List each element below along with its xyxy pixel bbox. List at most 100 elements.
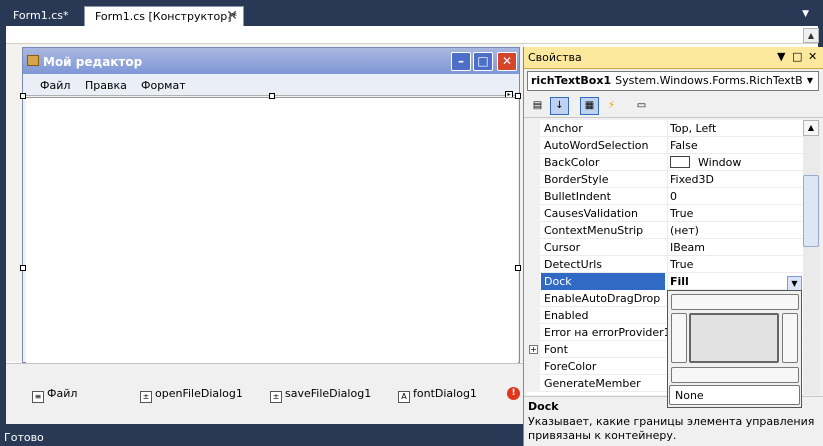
dropdown-icon[interactable]: ▼ <box>777 50 785 63</box>
property-row-backcolor[interactable]: BackColor Window <box>527 154 803 171</box>
property-row-autowordselection[interactable]: AutoWordSelection False <box>527 137 803 154</box>
dock-top-button[interactable] <box>671 294 799 310</box>
property-value[interactable]: True <box>670 207 803 222</box>
property-name: Error на errorProvider1 <box>544 326 668 339</box>
dock-fill-button[interactable] <box>689 313 779 363</box>
column-separator <box>667 273 668 290</box>
resize-handle[interactable] <box>515 93 521 99</box>
property-value-color[interactable]: Window <box>670 156 803 171</box>
maximize-icon[interactable]: □ <box>473 52 493 71</box>
rich-text-box[interactable] <box>26 97 518 363</box>
properties-title: Свойства <box>528 51 582 64</box>
property-value[interactable]: Fill <box>670 275 803 290</box>
properties-toolbar: ▤ ↓ ▦ ⚡ ▭ <box>524 94 823 118</box>
property-name: GenerateMember <box>544 377 641 390</box>
property-value[interactable]: IBeam <box>670 241 803 256</box>
close-icon[interactable]: ✕ <box>497 52 517 71</box>
row-gutter <box>527 222 540 239</box>
scroll-up-icon[interactable]: ▲ <box>803 28 819 43</box>
scrollbar-thumb[interactable] <box>803 175 819 247</box>
designer-top-strip <box>6 26 818 44</box>
row-gutter <box>527 154 540 171</box>
column-separator <box>667 188 668 205</box>
property-value[interactable]: Top, Left <box>670 122 803 137</box>
column-separator <box>667 120 668 137</box>
resize-handle[interactable] <box>515 265 521 271</box>
resize-handle[interactable] <box>20 93 26 99</box>
property-value[interactable]: Fixed3D <box>670 173 803 188</box>
close-icon[interactable]: ✕ <box>808 50 817 63</box>
alphabetical-icon[interactable]: ↓ <box>550 97 569 115</box>
categorized-icon[interactable]: ▤ <box>528 97 547 115</box>
column-separator <box>667 205 668 222</box>
tray-item-menu[interactable]: ≡ Файл <box>32 387 77 403</box>
column-separator <box>667 154 668 171</box>
property-name: EnableAutoDragDrop <box>544 292 661 305</box>
tab-form1-designer[interactable]: Form1.cs [Конструктор]* ✕ <box>84 6 244 26</box>
close-icon[interactable]: ✕ <box>226 8 238 24</box>
property-name: Enabled <box>544 309 589 322</box>
row-gutter <box>527 137 540 154</box>
property-row-anchor[interactable]: Anchor Top, Left <box>527 120 803 137</box>
description-text: Указывает, какие границы элемента управл… <box>528 415 815 442</box>
row-gutter <box>527 120 540 137</box>
dock-none-label: None <box>675 389 704 402</box>
error-icon[interactable]: ! <box>507 387 520 400</box>
menu-item-edit[interactable]: Правка <box>85 79 127 92</box>
column-separator <box>667 256 668 273</box>
object-name: richTextBox1 <box>531 74 612 87</box>
property-row-borderstyle[interactable]: BorderStyle Fixed3D <box>527 171 803 188</box>
tray-item-label: Файл <box>47 387 78 400</box>
tab-list-dropdown-icon[interactable]: ▼ <box>802 9 809 19</box>
dock-bottom-button[interactable] <box>671 367 799 383</box>
resize-handle[interactable] <box>269 93 275 99</box>
property-value[interactable]: False <box>670 139 803 154</box>
property-row-detecturls[interactable]: DetectUrls True <box>527 256 803 273</box>
scroll-up-icon[interactable]: ▲ <box>803 120 819 136</box>
property-value: Window <box>698 156 742 169</box>
events-icon[interactable]: ⚡ <box>602 97 621 115</box>
expand-plus-icon[interactable]: + <box>529 345 538 354</box>
resize-handle[interactable] <box>20 265 26 271</box>
property-row-causesvalidation[interactable]: CausesValidation True <box>527 205 803 222</box>
tab-form1-code[interactable]: Form1.cs* <box>3 6 76 26</box>
property-name: Font <box>544 343 568 356</box>
dock-left-button[interactable] <box>671 313 687 363</box>
property-row-cursor[interactable]: Cursor IBeam <box>527 239 803 256</box>
property-name: Cursor <box>544 241 581 254</box>
property-name: DetectUrls <box>544 258 603 271</box>
dock-right-button[interactable] <box>782 313 798 363</box>
properties-view-icon[interactable]: ▦ <box>580 97 599 115</box>
property-pages-icon[interactable]: ▭ <box>632 97 651 115</box>
menu-item-file[interactable]: Файл <box>40 79 70 92</box>
row-gutter <box>527 171 540 188</box>
row-gutter <box>527 324 540 341</box>
menu-component-icon: ≡ <box>32 391 44 403</box>
property-value[interactable]: True <box>670 258 803 273</box>
properties-title-bar[interactable]: Свойства ▼ □ ✕ <box>524 47 823 69</box>
color-swatch <box>670 156 690 168</box>
font-dialog-icon: A <box>398 391 410 403</box>
minimize-icon[interactable]: – <box>451 52 471 71</box>
tray-item-openfiledialog[interactable]: ± openFileDialog1 <box>140 387 243 403</box>
property-value[interactable]: 0 <box>670 190 803 205</box>
form-title-bar[interactable]: Мой редактор <box>23 48 519 74</box>
restore-icon[interactable]: □ <box>792 50 802 63</box>
property-name: BulletIndent <box>544 190 611 203</box>
property-row-dock[interactable]: Dock Fill <box>527 273 803 290</box>
chevron-down-icon[interactable]: ▼ <box>802 72 818 90</box>
property-row-contextmenustrip[interactable]: ContextMenuStrip (нет) <box>527 222 803 239</box>
tray-item-fontdialog[interactable]: AfontDialog1 <box>398 387 477 403</box>
property-value[interactable]: (нет) <box>670 224 803 239</box>
property-name: BorderStyle <box>544 173 609 186</box>
property-name: Anchor <box>544 122 583 135</box>
dock-none-button[interactable]: None <box>669 385 800 405</box>
menu-item-format[interactable]: Формат <box>141 79 186 92</box>
form-title: Мой редактор <box>43 55 143 69</box>
object-selector[interactable]: richTextBox1 System.Windows.Forms.RichTex… <box>527 71 819 91</box>
chevron-down-icon[interactable]: ▼ <box>787 276 802 291</box>
property-row-bulletindent[interactable]: BulletIndent 0 <box>527 188 803 205</box>
tray-item-savefiledialog[interactable]: ± saveFileDialog1 <box>270 387 371 403</box>
property-grid-scrollbar[interactable]: ▲ <box>803 120 820 395</box>
tray-item-label: fontDialog1 <box>413 387 477 400</box>
